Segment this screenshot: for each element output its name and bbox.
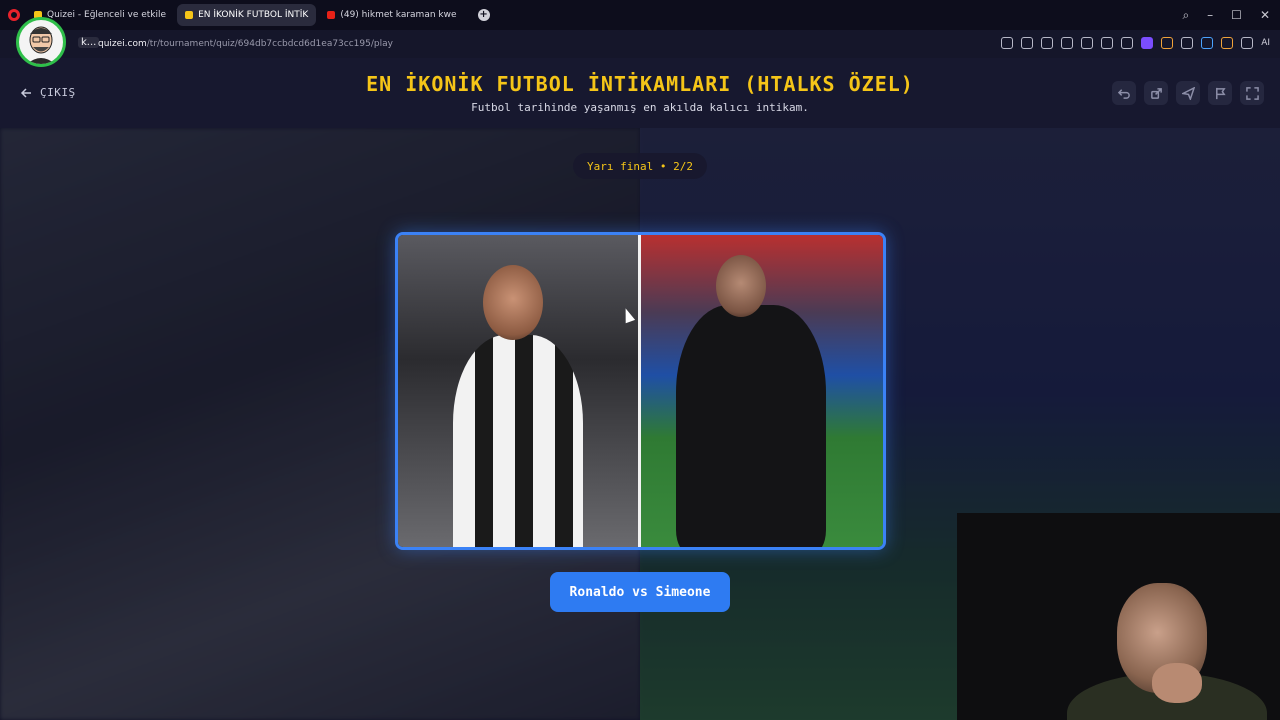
url-path: /tr/tournament/quiz/694db7ccbdcd6d1ea73c… — [146, 39, 393, 49]
address-bar: k... quizei.com/tr/tournament/quiz/694db… — [0, 30, 1280, 58]
option-image-right[interactable] — [640, 235, 883, 547]
tab-youtube[interactable]: (49) hikmet karaman kwe — [319, 4, 464, 26]
heart-icon[interactable] — [1081, 37, 1094, 49]
fullscreen-button[interactable] — [1240, 81, 1264, 105]
url-domain: quizei.com — [98, 39, 147, 49]
profile-label[interactable]: k... — [78, 37, 100, 48]
browser-tab-bar: Quizei - Eğlenceli ve etkile EN İKONİK F… — [0, 0, 1280, 30]
maximize-icon[interactable]: ☐ — [1231, 8, 1242, 23]
send-button[interactable] — [1176, 81, 1200, 105]
fullscreen-icon — [1245, 86, 1259, 100]
report-button[interactable] — [1208, 81, 1232, 105]
tab-label: EN İKONİK FUTBOL İNTİK — [198, 10, 309, 20]
profile-icon[interactable] — [1141, 37, 1154, 49]
edit-icon[interactable] — [1001, 37, 1014, 49]
url-field[interactable]: quizei.com/tr/tournament/quiz/694db7ccbd… — [98, 39, 393, 49]
share-button[interactable] — [1144, 81, 1168, 105]
tab-label: (49) hikmet karaman kwe — [340, 10, 457, 20]
extension-icon[interactable] — [1181, 37, 1194, 49]
camera-icon[interactable] — [1021, 37, 1034, 49]
matchup-title-button[interactable]: Ronaldo vs Simeone — [550, 572, 730, 612]
flag-icon — [1215, 87, 1226, 99]
extension-icon[interactable] — [1161, 37, 1174, 49]
option-image-left[interactable] — [398, 235, 641, 547]
webcam-overlay — [957, 513, 1280, 720]
send-icon — [1181, 86, 1195, 100]
menu-icon[interactable] — [1121, 37, 1134, 49]
round-indicator: Yarı final • 2/2 — [573, 153, 707, 179]
play-icon[interactable] — [1061, 37, 1074, 49]
webcam-person-hand — [1152, 663, 1202, 703]
player-head — [483, 265, 543, 340]
shield-icon[interactable] — [1041, 37, 1054, 49]
extension-icon[interactable] — [1201, 37, 1214, 49]
quiz-header: ÇIKIŞ EN İKONİK FUTBOL İNTİKAMLARI (HTAL… — [0, 58, 1280, 128]
header-actions — [1112, 81, 1264, 105]
page-subtitle: Futbol tarihinde yaşanmış en akılda kalı… — [471, 101, 809, 114]
close-icon[interactable]: ✕ — [1260, 8, 1270, 23]
avatar-face-icon — [27, 26, 55, 64]
page-title: EN İKONİK FUTBOL İNTİKAMLARI (HTALKS ÖZE… — [366, 72, 914, 96]
settings-icon[interactable] — [1241, 37, 1254, 49]
share-icon — [1150, 87, 1162, 99]
player-silhouette — [453, 335, 583, 547]
window-controls: ⌕ – ☐ ✕ — [1182, 8, 1270, 23]
opera-icon[interactable] — [8, 9, 20, 21]
coach-silhouette — [675, 305, 826, 547]
tab-label: Quizei - Eğlenceli ve etkile — [47, 10, 167, 20]
extension-toolbar: AI — [1001, 37, 1270, 49]
tab-tournament[interactable]: EN İKONİK FUTBOL İNTİK — [177, 4, 317, 26]
minimize-icon[interactable]: – — [1207, 8, 1213, 23]
extension-icon[interactable] — [1221, 37, 1234, 49]
streamer-avatar — [16, 17, 66, 67]
new-tab-button[interactable]: + — [477, 9, 490, 21]
youtube-favicon-icon — [327, 11, 336, 19]
coach-head — [715, 255, 766, 317]
quizei-favicon-icon — [185, 11, 194, 19]
undo-icon — [1117, 88, 1130, 99]
matchup-card[interactable] — [395, 232, 886, 550]
download-icon[interactable] — [1101, 37, 1114, 49]
quiz-page: ÇIKIŞ EN İKONİK FUTBOL İNTİKAMLARI (HTAL… — [0, 58, 1280, 720]
ai-button[interactable]: AI — [1261, 38, 1270, 48]
undo-button[interactable] — [1112, 81, 1136, 105]
search-tabs-icon[interactable]: ⌕ — [1182, 8, 1189, 23]
